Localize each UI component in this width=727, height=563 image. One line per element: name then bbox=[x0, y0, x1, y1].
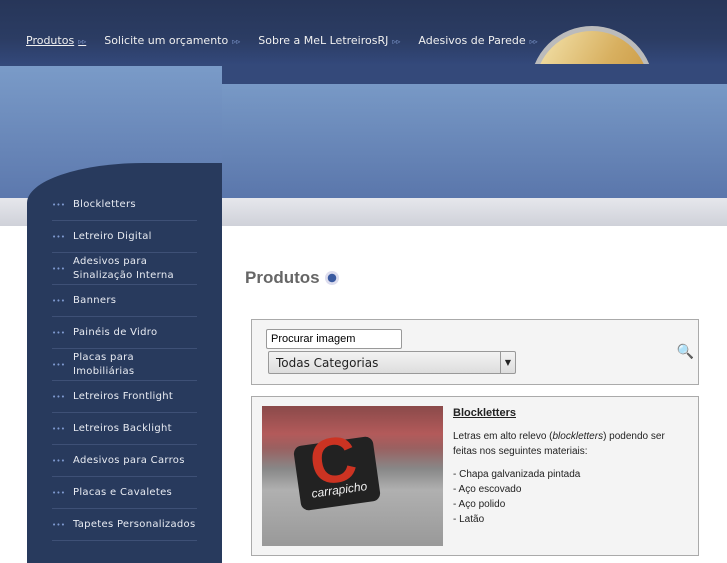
sidebar-item[interactable]: ••• Placas para Imobiliárias bbox=[52, 349, 197, 381]
material-item: - Aço polido bbox=[453, 499, 506, 510]
arrow-icon: ▹▹ bbox=[529, 37, 538, 46]
sidebar-item-label: Painéis de Vidro bbox=[73, 326, 158, 338]
product-title-link[interactable]: Blockletters bbox=[453, 406, 688, 421]
material-item: - Chapa galvanizada pintada bbox=[453, 469, 581, 480]
nav-adesivos-parede[interactable]: Adesivos de Parede ▹▹ bbox=[418, 34, 537, 47]
sidebar-item[interactable]: ••• Adesivos para Carros bbox=[52, 445, 197, 477]
material-item: - Aço escovado bbox=[453, 484, 522, 495]
main-nav: Produtos ▹▹ Solicite um orçamento ▹▹ Sobre… bbox=[26, 34, 556, 47]
sidebar-item-label: Letreiros Backlight bbox=[73, 422, 172, 434]
sidebar-item-label: Placas e Cavaletes bbox=[73, 486, 173, 498]
sidebar-item-label: Placas para Imobiliárias bbox=[73, 351, 135, 377]
sidebar-item-label: Adesivos para Sinalização Interna bbox=[73, 255, 174, 281]
chevron-down-icon: ▼ bbox=[500, 352, 515, 373]
bullet-icon: ••• bbox=[52, 296, 66, 305]
product-description: Letras em alto relevo (blockletters) pod… bbox=[453, 431, 665, 457]
bullet-icon: ••• bbox=[52, 520, 66, 529]
sidebar-item[interactable]: ••• Blockletters bbox=[52, 189, 197, 221]
bullet-icon: ••• bbox=[52, 360, 66, 369]
help-icon[interactable] bbox=[324, 271, 339, 285]
nav-produtos[interactable]: Produtos ▹▹ bbox=[26, 34, 86, 47]
nav-sobre[interactable]: Sobre a MeL LetreirosRJ ▹▹ bbox=[258, 34, 400, 47]
material-item: - Latão bbox=[453, 514, 485, 525]
arrow-icon: ▹▹ bbox=[392, 37, 401, 46]
product-image[interactable]: Ccarrapicho bbox=[262, 406, 443, 546]
sidebar-item[interactable]: ••• Letreiros Backlight bbox=[52, 413, 197, 445]
nav-orcamento[interactable]: Solicite um orçamento ▹▹ bbox=[104, 34, 240, 47]
hero-banner bbox=[222, 84, 727, 199]
sidebar: ••• Blockletters ••• Letreiro Digital ••• Ade… bbox=[27, 163, 222, 563]
sidebar-item[interactable]: ••• Banners bbox=[52, 285, 197, 317]
sidebar-item[interactable]: ••• Adesivos para Sinalização Interna bbox=[52, 253, 197, 285]
arrow-icon: ▹▹ bbox=[232, 37, 241, 46]
search-panel: Todas Categorias▼ 🔍 bbox=[251, 319, 699, 385]
search-icon[interactable]: 🔍 bbox=[677, 344, 694, 360]
sidebar-item-label: Tapetes Personalizados bbox=[73, 518, 196, 530]
page-title: Produtos bbox=[245, 268, 339, 288]
material-list: - Chapa galvanizada pintada - Aço escova… bbox=[453, 467, 688, 527]
bullet-icon: ••• bbox=[52, 200, 66, 209]
search-input[interactable] bbox=[266, 329, 402, 349]
sidebar-item-label: Banners bbox=[73, 294, 117, 306]
bullet-icon: ••• bbox=[52, 488, 66, 497]
bullet-icon: ••• bbox=[52, 392, 66, 401]
sidebar-item[interactable]: ••• Letreiros Frontlight bbox=[52, 381, 197, 413]
bullet-icon: ••• bbox=[52, 424, 66, 433]
sidebar-item-label: Letreiro Digital bbox=[73, 230, 152, 242]
sidebar-item-label: Adesivos para Carros bbox=[73, 454, 185, 466]
bullet-icon: ••• bbox=[52, 328, 66, 337]
bullet-icon: ••• bbox=[52, 264, 66, 273]
sidebar-item-label: Blockletters bbox=[73, 198, 136, 210]
bullet-icon: ••• bbox=[52, 232, 66, 241]
sidebar-item[interactable]: ••• Placas e Cavaletes bbox=[52, 477, 197, 509]
sidebar-item[interactable]: ••• Tapetes Personalizados bbox=[52, 509, 197, 541]
product-card: Ccarrapicho Blockletters Letras em alto … bbox=[251, 396, 699, 556]
page-title-text: Produtos bbox=[245, 268, 320, 287]
category-select[interactable]: Todas Categorias ▼ bbox=[268, 351, 516, 374]
sidebar-item-label: Letreiros Frontlight bbox=[73, 390, 174, 402]
sidebar-item[interactable]: ••• Letreiro Digital bbox=[52, 221, 197, 253]
sidebar-item[interactable]: ••• Painéis de Vidro bbox=[52, 317, 197, 349]
arrow-icon: ▹▹ bbox=[78, 37, 87, 46]
bullet-icon: ••• bbox=[52, 456, 66, 465]
